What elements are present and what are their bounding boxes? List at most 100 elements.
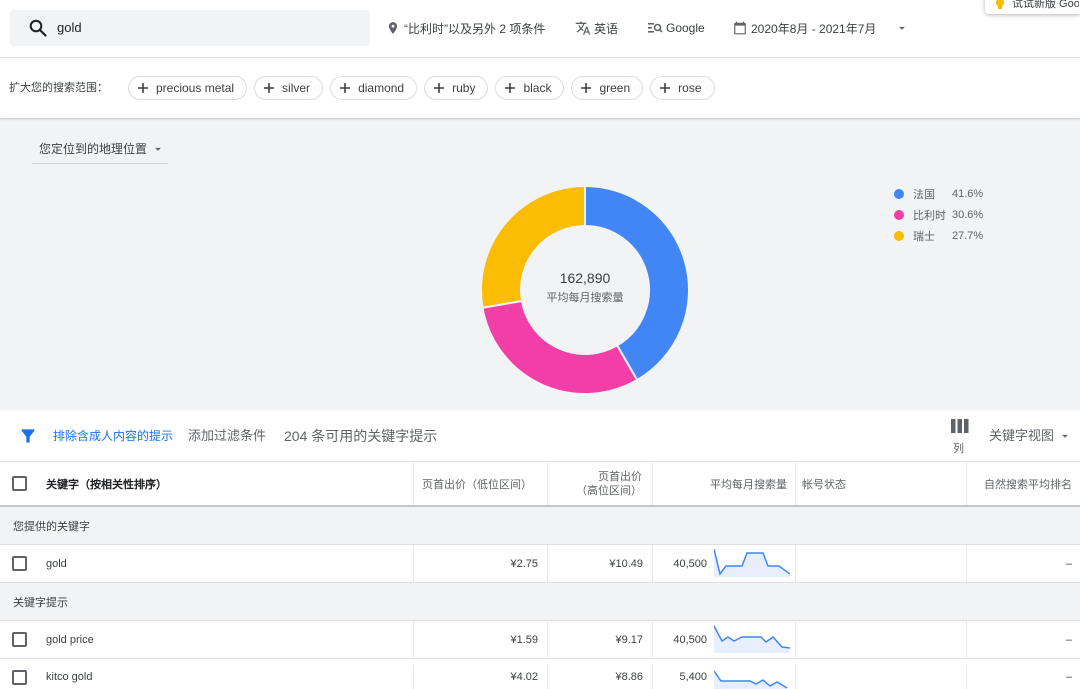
chevron-down-icon: [151, 142, 165, 156]
columns-icon: [951, 419, 969, 433]
location-filter[interactable]: “比利时”以及另外 2 项条件: [386, 18, 545, 38]
search-box[interactable]: gold: [10, 10, 370, 46]
search-icon: [29, 19, 47, 37]
trend-sparkline[interactable]: [714, 548, 790, 579]
date-range-dropdown-arrow-icon[interactable]: [895, 21, 909, 35]
legend-item: 比利时 30.6%: [894, 204, 983, 225]
row-keyword: kitco gold: [46, 671, 93, 683]
plus-icon: [659, 82, 671, 94]
trend-sparkline[interactable]: [714, 625, 790, 655]
location-label: “比利时”以及另外 2 项条件: [404, 21, 546, 36]
header-bid-low[interactable]: 页首出价（低位区间）: [413, 462, 547, 505]
row-checkbox[interactable]: [12, 556, 27, 571]
row-organic-rank: –: [966, 621, 1080, 658]
donut-segment-2[interactable]: [481, 299, 639, 395]
table-row[interactable]: gold ¥2.75 ¥10.49 40,500 –: [0, 545, 1080, 583]
header-account-status-label: 帐号状态: [802, 478, 846, 491]
plus-icon: [433, 82, 445, 94]
header-checkbox-cell: [0, 462, 40, 505]
broaden-chip[interactable]: silver: [254, 76, 324, 100]
language-label: 英语: [594, 21, 619, 36]
row-bid-low: ¥2.75: [413, 545, 547, 582]
keyword-table: 关键字（按相关性排序） 页首出价（低位区间） 页首出价 （高位区间） 平均每月搜…: [0, 462, 1080, 689]
legend-share: 41.6%: [952, 187, 984, 200]
header-bid-low-label: 页首出价（低位区间）: [422, 478, 532, 491]
lightbulb-icon: [995, 0, 1005, 10]
broaden-chip[interactable]: diamond: [330, 76, 418, 100]
table-row[interactable]: kitco gold ¥4.02 ¥8.86 5,400 –: [0, 659, 1080, 689]
row-account-status: [795, 621, 966, 658]
keyword-view-dropdown[interactable]: 关键字视图: [989, 410, 1075, 462]
row-checkbox-cell: [0, 665, 40, 689]
table-group-header: 您提供的关键字: [0, 507, 1080, 545]
chevron-down-icon: [1058, 429, 1072, 443]
row-bid-low: ¥4.02: [413, 665, 547, 689]
header-keyword[interactable]: 关键字（按相关性排序）: [40, 462, 413, 505]
row-bid-high: ¥8.86: [547, 665, 652, 689]
broaden-chip[interactable]: rose: [650, 76, 715, 100]
search-network-icon: [647, 20, 663, 36]
language-filter[interactable]: 英语: [575, 18, 618, 38]
header-avg-monthly[interactable]: 平均每月搜索量: [652, 462, 795, 505]
filter-funnel-icon[interactable]: [18, 426, 38, 446]
table-row[interactable]: gold price ¥1.59 ¥9.17 40,500 –: [0, 621, 1080, 659]
avg-monthly-value: 40,500: [673, 557, 707, 570]
header-keyword-label: 关键字（按相关性排序）: [46, 478, 167, 491]
columns-button[interactable]: 列: [944, 416, 976, 458]
calendar-icon: [733, 21, 747, 35]
row-avg-monthly: 40,500: [652, 621, 795, 658]
header-bid-high[interactable]: 页首出价 （高位区间）: [547, 462, 652, 505]
promo-text: 试试新版 Goo: [1012, 0, 1079, 10]
legend-dot: [894, 209, 904, 220]
legend-name: 法国: [913, 188, 935, 201]
row-avg-monthly: 40,500: [652, 545, 795, 582]
plus-icon: [263, 82, 275, 94]
group-label: 关键字提示: [13, 596, 68, 609]
geo-dropdown-label: 您定位到的地理位置: [39, 142, 148, 156]
row-account-status: [795, 665, 966, 689]
broaden-chip[interactable]: green: [571, 76, 644, 100]
header-bid-high-line2: （高位区间）: [576, 484, 642, 497]
plus-icon: [137, 82, 149, 94]
search-query[interactable]: gold: [57, 10, 82, 46]
plus-icon: [504, 82, 516, 94]
header-organic-rank-label: 自然搜索平均排名: [984, 478, 1072, 491]
donut-total-value: 162,890: [559, 270, 611, 286]
chip-label: rose: [678, 81, 702, 95]
select-all-checkbox[interactable]: [12, 476, 27, 491]
row-checkbox[interactable]: [12, 669, 27, 685]
header-organic-rank[interactable]: 自然搜索平均排名: [966, 462, 1080, 505]
header-account-status[interactable]: 帐号状态: [795, 462, 966, 505]
broaden-chip[interactable]: black: [495, 76, 565, 100]
keyword-view-label: 关键字视图: [989, 428, 1055, 443]
date-range-filter[interactable]: 2020年8月 - 2021年7月: [733, 18, 876, 38]
filter-bar: 排除含成人内容的提示 添加过滤条件 204 条可用的关键字提示 列 关键字视图: [0, 410, 1080, 462]
chip-label: black: [523, 81, 552, 95]
broaden-chip[interactable]: ruby: [424, 76, 489, 100]
chip-label: precious metal: [156, 81, 235, 95]
avg-monthly-value: 5,400: [679, 671, 707, 683]
trend-sparkline[interactable]: [714, 665, 790, 689]
broaden-chip[interactable]: precious metal: [128, 76, 248, 100]
row-bid-high: ¥10.49: [547, 545, 652, 582]
legend-name: 瑞士: [913, 230, 935, 243]
legend-share: 27.7%: [952, 229, 984, 242]
row-keyword: gold: [46, 557, 67, 570]
chip-label: green: [599, 81, 631, 95]
row-bid-low: ¥1.59: [413, 621, 547, 658]
exclude-adult-filter-link[interactable]: 排除含成人内容的提示: [53, 410, 173, 462]
row-organic-rank: –: [966, 545, 1080, 582]
add-filter-button[interactable]: 添加过滤条件: [188, 410, 266, 462]
legend-item: 瑞士 27.7%: [894, 225, 983, 246]
chip-label: diamond: [358, 81, 405, 95]
row-checkbox[interactable]: [12, 632, 27, 647]
network-filter[interactable]: Google: [647, 18, 705, 38]
legend-share: 30.6%: [952, 208, 984, 221]
keyword-count: 204 条可用的关键字提示: [284, 428, 438, 444]
try-new-version-popup[interactable]: 试试新版 Goo: [985, 0, 1080, 14]
geo-dropdown[interactable]: 您定位到的地理位置: [32, 136, 168, 164]
row-organic-rank: –: [966, 665, 1080, 689]
top-bar: gold “比利时”以及另外 2 项条件 英语 Google 2020年8月 -…: [0, 0, 1080, 58]
header-avg-monthly-label: 平均每月搜索量: [710, 478, 787, 491]
donut-legend: 法国 41.6% 比利时 30.6% 瑞士 27.7%: [894, 183, 983, 246]
